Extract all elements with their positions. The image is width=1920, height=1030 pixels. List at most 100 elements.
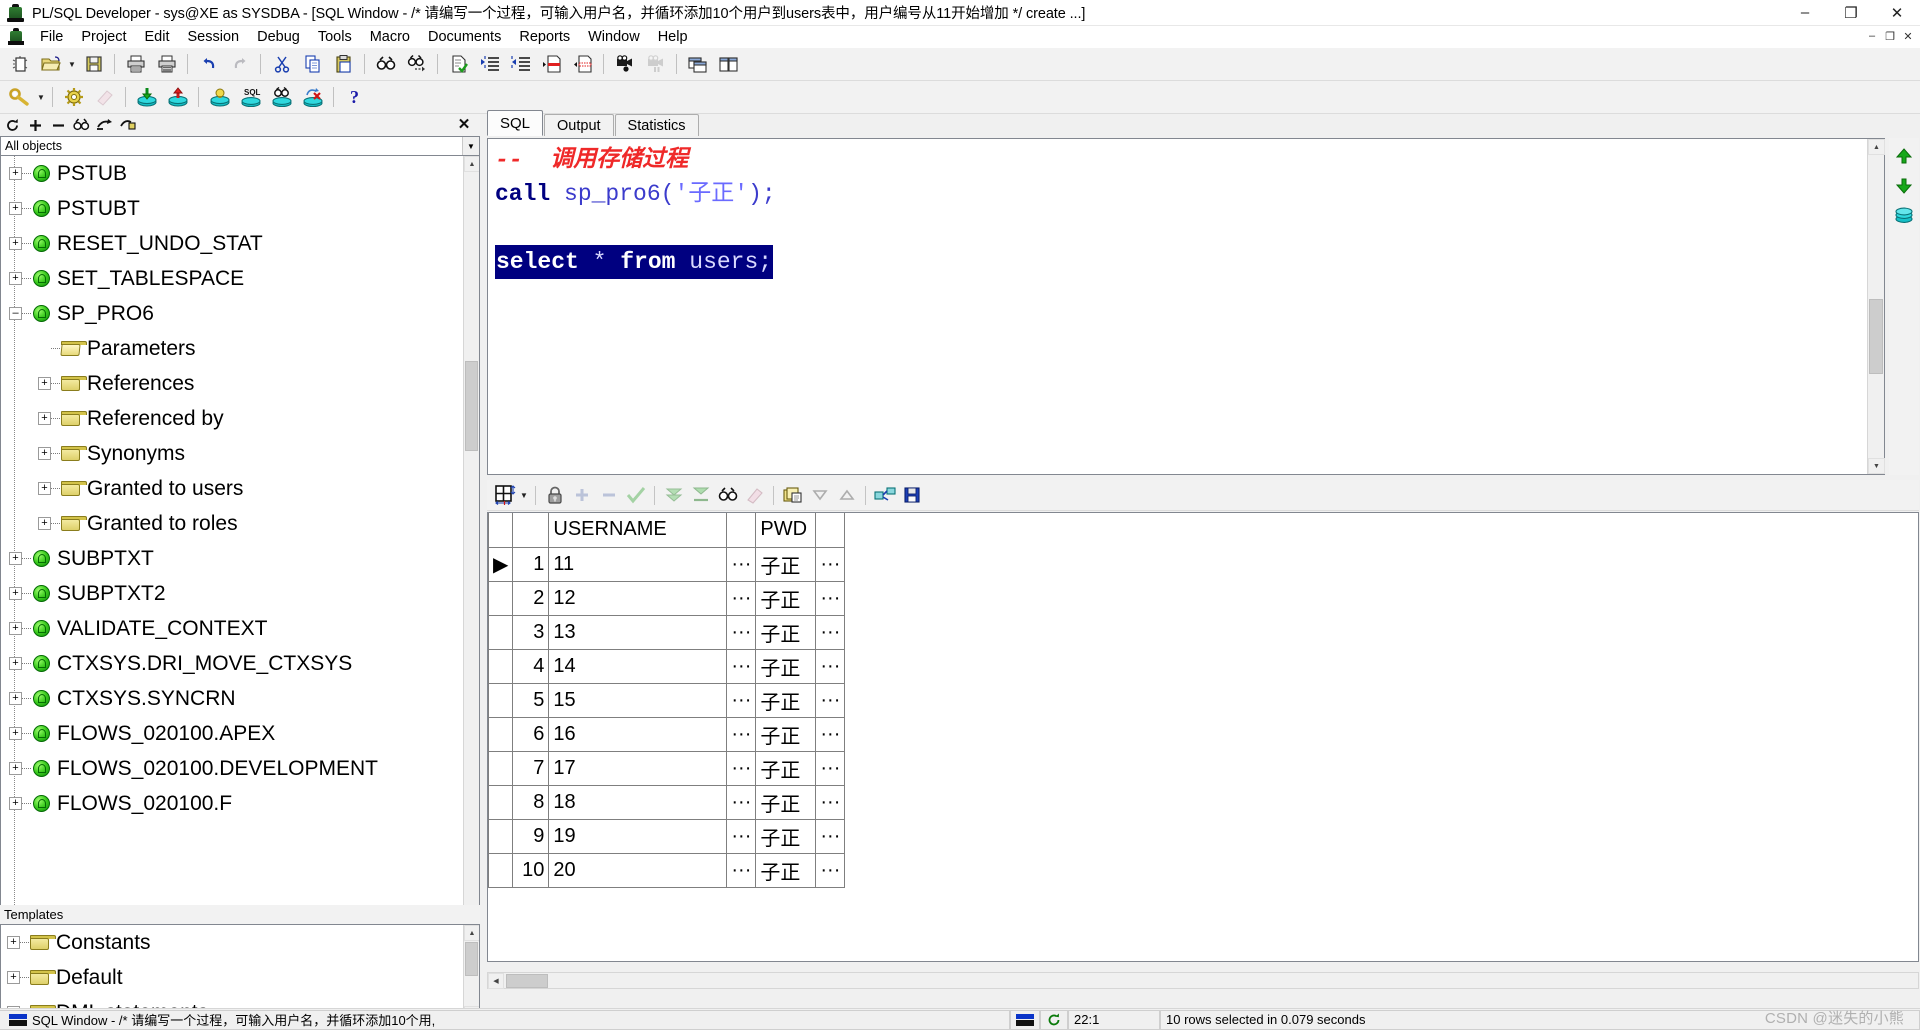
cell-username-expand[interactable]: ··· [726, 750, 757, 786]
cell-pwd-expand[interactable]: ··· [815, 852, 846, 888]
cell-username-expand[interactable]: ··· [726, 682, 757, 718]
tree-node[interactable]: + Granted to roles [1, 506, 463, 541]
menu-file[interactable]: File [31, 27, 72, 47]
cell-username-expand[interactable]: ··· [726, 648, 757, 684]
settings-gear-icon[interactable] [59, 83, 88, 112]
sql-scroll-up-icon[interactable]: ▲ [1868, 139, 1885, 155]
grid-scroll-left-icon[interactable]: ◀ [488, 972, 504, 989]
cell-username[interactable]: 14 [548, 648, 728, 684]
find-in-grid-icon[interactable] [714, 482, 741, 509]
table-row[interactable]: 10 20 ··· 子正 ··· [488, 852, 846, 888]
menu-edit[interactable]: Edit [136, 27, 179, 47]
copy-icon[interactable] [298, 50, 327, 79]
header-username[interactable]: USERNAME [548, 513, 728, 548]
cell-pwd-expand[interactable]: ··· [815, 580, 846, 616]
save-grid-icon[interactable] [898, 482, 925, 509]
tree-node[interactable]: + PSTUB [1, 156, 463, 191]
kill-session-icon[interactable] [298, 83, 327, 112]
tree-node[interactable]: + References [1, 366, 463, 401]
new-window-icon[interactable] [5, 50, 34, 79]
grid-horizontal-scrollbar[interactable]: ◀ [487, 972, 1919, 989]
collapse-node-icon[interactable]: – [9, 307, 22, 320]
tree-node[interactable]: + PSTUBT [1, 191, 463, 226]
mdi-restore-button[interactable]: – [1864, 28, 1880, 44]
tree-node[interactable]: + SUBPTXT2 [1, 576, 463, 611]
find-object-icon[interactable] [71, 115, 92, 135]
cell-pwd[interactable]: 子正 [755, 818, 817, 854]
template-node[interactable]: + Constants [1, 925, 463, 960]
chevron-down-icon[interactable]: ▼ [462, 137, 479, 155]
cell-pwd-expand[interactable]: ··· [815, 682, 846, 718]
cell-username-expand[interactable]: ··· [726, 614, 757, 650]
tree-node[interactable]: + CTXSYS.DRI_MOVE_CTXSYS [1, 646, 463, 681]
expand-node-icon[interactable]: + [9, 657, 22, 670]
tree-scroll-thumb[interactable] [465, 361, 478, 451]
table-row[interactable]: 8 18 ··· 子正 ··· [488, 784, 846, 820]
cell-pwd[interactable]: 子正 [755, 682, 817, 718]
mdi-close-button[interactable]: ✕ [1900, 28, 1916, 44]
expand-node-icon[interactable]: + [38, 447, 51, 460]
expand-node-icon[interactable]: + [9, 167, 22, 180]
session-list-icon[interactable] [1891, 204, 1917, 228]
sql-scroll-thumb[interactable] [1869, 299, 1883, 374]
menu-project[interactable]: Project [72, 27, 135, 47]
template-node[interactable]: + Default [1, 960, 463, 995]
object-filter-combo[interactable]: All objects ▼ [0, 136, 480, 156]
cell-username[interactable]: 17 [548, 750, 728, 786]
templates-scroll-up-icon[interactable]: ▲ [464, 925, 479, 941]
cell-username[interactable]: 11 [548, 546, 728, 582]
menu-session[interactable]: Session [179, 27, 249, 47]
lock-icon[interactable] [541, 482, 568, 509]
cell-pwd-expand[interactable]: ··· [815, 750, 846, 786]
menu-tools[interactable]: Tools [309, 27, 361, 47]
tab-output[interactable]: Output [544, 114, 614, 136]
tab-statistics[interactable]: Statistics [614, 114, 699, 136]
find-icon[interactable] [371, 50, 400, 79]
mdi-maximize-button[interactable]: ❐ [1882, 28, 1898, 44]
cell-username-expand[interactable]: ··· [726, 546, 757, 582]
goto-object-icon[interactable] [94, 115, 115, 135]
uncomment-icon[interactable] [568, 50, 597, 79]
close-button[interactable]: ✕ [1874, 0, 1920, 26]
record-macro-icon[interactable] [610, 50, 639, 79]
cell-pwd-expand[interactable]: ··· [815, 648, 846, 684]
templates-scroll-thumb[interactable] [465, 942, 478, 976]
cell-username[interactable]: 18 [548, 784, 728, 820]
scroll-up-arrow-icon[interactable]: ▲ [464, 156, 479, 172]
tree-node[interactable]: + FLOWS_020100.DEVELOPMENT [1, 751, 463, 786]
table-row[interactable]: 3 13 ··· 子正 ··· [488, 614, 846, 650]
execute-icon[interactable] [444, 50, 473, 79]
tree-node[interactable]: + Referenced by [1, 401, 463, 436]
cell-pwd-expand[interactable]: ··· [815, 614, 846, 650]
cell-pwd[interactable]: 子正 [755, 614, 817, 650]
cell-pwd-expand[interactable]: ··· [815, 716, 846, 752]
tree-node[interactable]: – SP_PRO6 [1, 296, 463, 331]
cell-pwd-expand[interactable]: ··· [815, 818, 846, 854]
expand-node-icon[interactable]: + [9, 552, 22, 565]
comment-icon[interactable] [537, 50, 566, 79]
cell-username-expand[interactable]: ··· [726, 580, 757, 616]
status-refresh-cell[interactable] [1040, 1009, 1068, 1030]
collapse-all-icon[interactable] [48, 115, 69, 135]
grid-hscroll-thumb[interactable] [506, 974, 548, 988]
menu-debug[interactable]: Debug [248, 27, 309, 47]
tree-node[interactable]: + FLOWS_020100.APEX [1, 716, 463, 751]
cell-pwd[interactable]: 子正 [755, 648, 817, 684]
table-row[interactable]: 9 19 ··· 子正 ··· [488, 818, 846, 854]
paste-icon[interactable] [329, 50, 358, 79]
table-row[interactable]: 5 15 ··· 子正 ··· [488, 682, 846, 718]
grid-layout-icon[interactable] [491, 482, 518, 509]
menu-macro[interactable]: Macro [361, 27, 419, 47]
tree-node[interactable]: + RESET_UNDO_STAT [1, 226, 463, 261]
cell-pwd[interactable]: 子正 [755, 716, 817, 752]
tree-node[interactable]: + CTXSYS.SYNCRN [1, 681, 463, 716]
cell-pwd[interactable]: 子正 [755, 784, 817, 820]
export-table-icon[interactable] [163, 83, 192, 112]
undo-icon[interactable] [194, 50, 223, 79]
close-browser-icon[interactable]: ✕ [456, 116, 472, 133]
cut-icon[interactable] [267, 50, 296, 79]
object-tree[interactable]: + PSTUB + PSTUBT + RESET_UNDO_STAT + SET_TABLES… [0, 156, 480, 988]
open-folder-icon[interactable] [36, 50, 65, 79]
maximize-button[interactable]: ❐ [1828, 0, 1874, 26]
sql-scroll-down-icon[interactable]: ▼ [1868, 458, 1885, 474]
